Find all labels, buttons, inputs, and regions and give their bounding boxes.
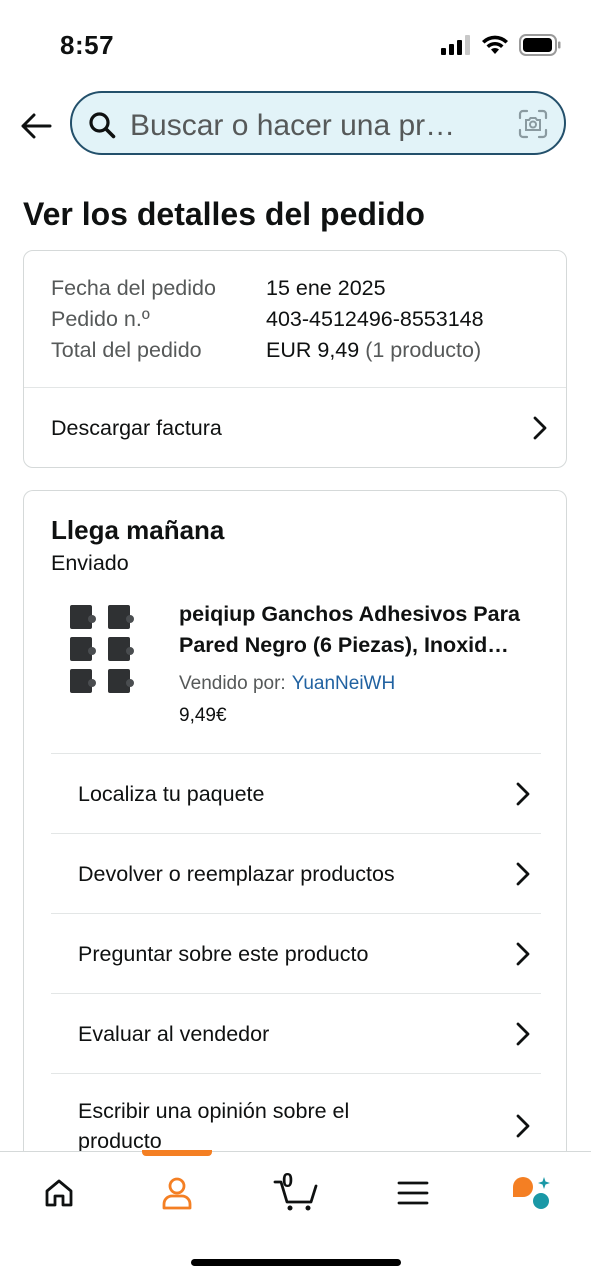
product-image[interactable]	[64, 601, 144, 701]
home-indicator	[191, 1259, 401, 1266]
active-tab-indicator	[142, 1150, 212, 1156]
order-date-row: Fecha del pedido 15 ene 2025	[51, 273, 386, 303]
battery-icon	[519, 34, 561, 56]
signal-icon	[441, 35, 470, 55]
chevron-right-icon	[516, 942, 530, 965]
back-arrow-icon	[21, 113, 52, 139]
cart-count: 0	[282, 1170, 294, 1192]
seller-row: Vendido por: YuanNeiWH	[179, 673, 395, 695]
seller-link[interactable]: YuanNeiWH	[292, 673, 396, 694]
nav-assistant[interactable]	[497, 1168, 567, 1218]
chevron-right-icon	[516, 782, 530, 805]
product-title-link[interactable]: peiqiup Ganchos Adhesivos Para Pared Neg…	[179, 599, 544, 661]
action-label: Preguntar sobre este producto	[78, 941, 369, 966]
search-icon	[89, 112, 116, 139]
order-number-value: 403-4512496-8553148	[266, 307, 484, 331]
chevron-right-icon	[533, 416, 547, 440]
seller-label: Vendido por:	[179, 673, 286, 694]
status-time: 8:57	[60, 30, 115, 60]
camera-scan-icon[interactable]	[518, 109, 548, 139]
chevron-right-icon	[516, 1022, 530, 1045]
ask-product-row[interactable]: Preguntar sobre este producto	[51, 913, 541, 993]
nav-cart[interactable]: 0	[261, 1168, 331, 1218]
shipment-status: Enviado	[51, 551, 129, 575]
return-replace-row[interactable]: Devolver o reemplazar productos	[51, 833, 541, 913]
chevron-right-icon	[516, 862, 530, 885]
nav-account[interactable]	[142, 1168, 212, 1218]
download-invoice-row[interactable]: Descargar factura	[51, 388, 548, 468]
chevron-right-icon	[516, 1114, 530, 1138]
cart-icon	[273, 1180, 318, 1211]
search-input[interactable]: Buscar o hacer una pr…	[130, 109, 455, 143]
delivery-heading: Llega mañana	[51, 515, 225, 545]
home-icon	[45, 1179, 73, 1207]
account-icon	[162, 1177, 192, 1210]
action-label: Devolver o reemplazar productos	[78, 861, 395, 886]
product-title-line2: Pared Negro (6 Piezas), Inoxid…	[179, 633, 509, 657]
action-label: Escribir una opinión sobre el producto	[78, 1099, 350, 1153]
page-title: Ver los detalles del pedido	[23, 196, 425, 232]
search-bar[interactable]: Buscar o hacer una pr…	[70, 91, 566, 155]
product-price: 9,49€	[179, 705, 227, 726]
track-package-row[interactable]: Localiza tu paquete	[51, 753, 541, 833]
status-bar: 8:57	[0, 0, 591, 90]
order-total-label: Total del pedido	[51, 338, 202, 362]
product-title-line1: peiqiup Ganchos Adhesivos Para	[179, 602, 520, 626]
order-number-label: Pedido n.º	[51, 307, 150, 331]
assistant-icon	[513, 1177, 550, 1209]
shipment-card: Llega mañana Enviado peiqiup Ganchos Adh…	[23, 490, 567, 1190]
shipment-actions: Localiza tu paquete Devolver o reemplaza…	[51, 753, 541, 1177]
order-total-count: (1 producto)	[365, 338, 482, 362]
order-summary-card: Fecha del pedido 15 ene 2025 Pedido n.º …	[23, 250, 567, 468]
back-button[interactable]	[16, 108, 56, 144]
order-number-row: Pedido n.º 403-4512496-8553148	[51, 304, 484, 334]
order-date-label: Fecha del pedido	[51, 276, 216, 300]
download-invoice-label: Descargar factura	[51, 415, 222, 440]
order-total-row: Total del pedido EUR 9,49 (1 producto)	[51, 335, 481, 365]
action-label: Localiza tu paquete	[78, 781, 265, 806]
order-total-value: EUR 9,49	[266, 338, 360, 362]
menu-icon	[397, 1181, 429, 1205]
rate-seller-row[interactable]: Evaluar al vendedor	[51, 993, 541, 1073]
status-icons	[441, 34, 561, 56]
nav-menu[interactable]	[378, 1168, 448, 1218]
order-date-value: 15 ene 2025	[266, 276, 386, 300]
action-label: Evaluar al vendedor	[78, 1021, 270, 1046]
nav-home[interactable]	[24, 1168, 94, 1218]
wifi-icon	[482, 35, 508, 54]
